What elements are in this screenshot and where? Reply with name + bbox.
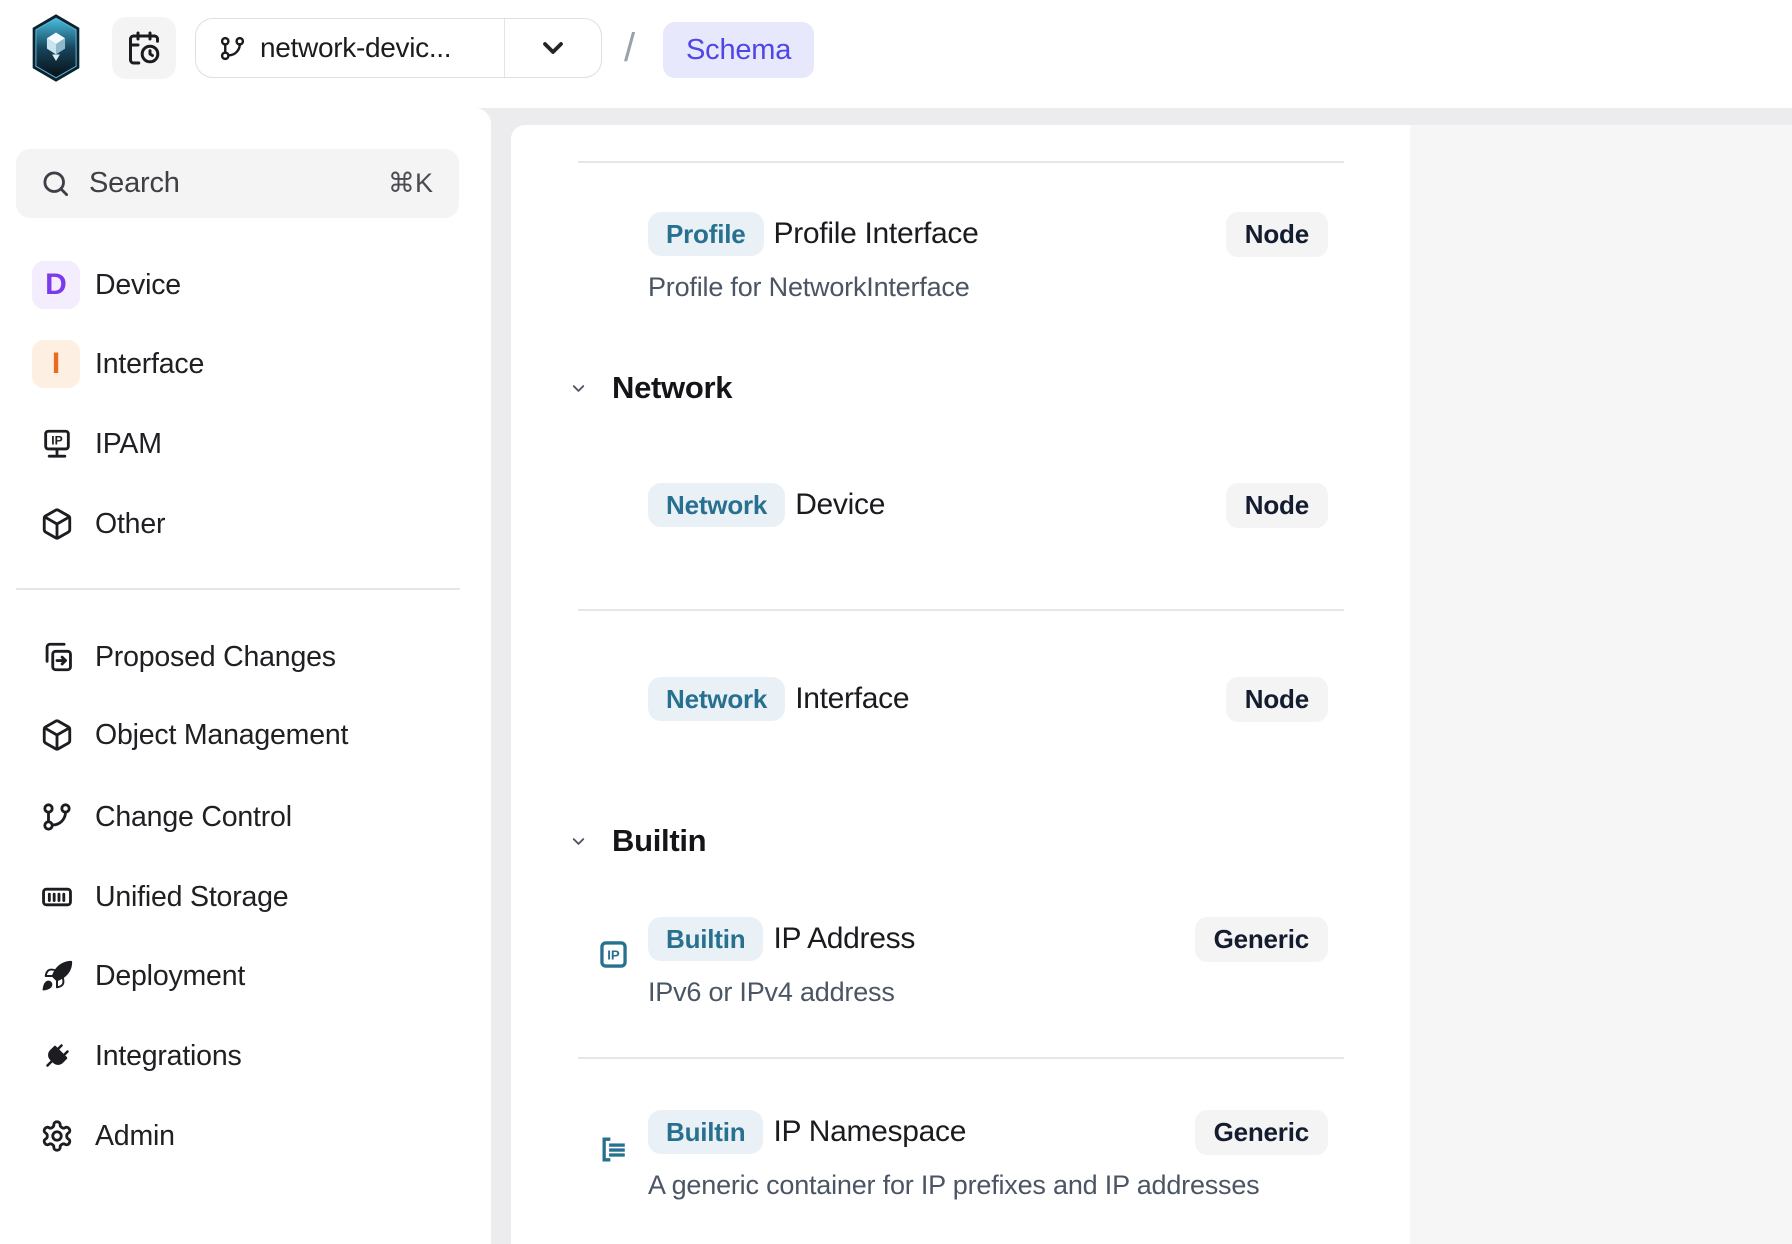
schema-title: IP Namespace (773, 1115, 966, 1149)
date-time-button[interactable] (112, 17, 176, 79)
section-title: Builtin (612, 823, 706, 859)
app-header: network-devic... / Schema (0, 0, 1792, 108)
row-divider (578, 161, 1344, 163)
gear-icon (40, 1119, 74, 1153)
branch-name: network-devic... (260, 32, 451, 64)
sidebar-item-unified-storage[interactable]: Unified Storage (0, 857, 491, 937)
ip-address-icon: IP (597, 938, 630, 971)
kind-badge: Node (1226, 677, 1328, 722)
infrahub-logo[interactable] (30, 13, 82, 83)
search-input[interactable]: Search ⌘K (16, 149, 459, 218)
kind-badge: Node (1226, 483, 1328, 528)
cube-icon (40, 718, 74, 752)
git-branch-icon (40, 800, 74, 834)
sidebar-item-label: Other (95, 508, 165, 541)
sidebar-item-label: Interface (95, 348, 204, 381)
plug-icon (40, 1039, 74, 1073)
schema-row-ip-namespace[interactable]: Builtin IP Namespace Generic A generic c… (511, 1110, 1410, 1199)
schema-title: Device (795, 488, 885, 522)
sidebar-item-change-control[interactable]: Change Control (0, 777, 491, 857)
schema-row-network-device[interactable]: Network Device Node (511, 483, 1410, 527)
sidebar-item-admin[interactable]: Admin (0, 1096, 491, 1176)
namespace-badge: Builtin (648, 917, 763, 961)
schema-description: Profile for NetworkInterface (648, 273, 1328, 301)
ipam-icon: IP (40, 427, 74, 461)
row-divider (578, 1057, 1344, 1059)
breadcrumb-schema[interactable]: Schema (663, 22, 814, 78)
section-header-builtin[interactable]: Builtin (511, 821, 1410, 861)
cube-icon (40, 507, 74, 541)
sidebar-item-integrations[interactable]: Integrations (0, 1016, 491, 1096)
search-icon (16, 168, 71, 199)
schema-list-panel: Profile Profile Interface Node Profile f… (511, 125, 1410, 1244)
sidebar-item-label: Unified Storage (95, 881, 288, 914)
sidebar-item-label: Integrations (95, 1040, 242, 1073)
chevron-down-icon (569, 832, 588, 851)
ip-namespace-icon (597, 1133, 630, 1166)
namespace-badge: Network (648, 677, 785, 721)
sidebar-item-device[interactable]: D Device (0, 245, 491, 325)
schema-title: IP Address (773, 922, 915, 956)
kind-badge: Node (1226, 212, 1328, 257)
section-header-network[interactable]: Network (511, 368, 1410, 408)
git-branch-icon (218, 34, 247, 63)
svg-text:IP: IP (607, 947, 620, 962)
search-shortcut: ⌘K (388, 168, 433, 199)
branch-selector-caret[interactable] (505, 19, 601, 77)
kind-badge: Generic (1195, 1110, 1328, 1155)
namespace-badge: Builtin (648, 1110, 763, 1154)
sidebar-item-label: Proposed Changes (95, 641, 336, 674)
schema-description: IPv6 or IPv4 address (648, 978, 1328, 1006)
device-letter-badge: D (32, 261, 80, 309)
sidebar-item-label: Change Control (95, 801, 292, 834)
sidebar-divider (16, 588, 460, 590)
chevron-down-icon (569, 379, 588, 398)
sidebar-item-label: Admin (95, 1120, 175, 1153)
detail-panel-empty (1410, 125, 1792, 1244)
search-placeholder: Search (89, 167, 180, 200)
interface-letter-badge: I (32, 340, 80, 388)
sidebar-item-label: Deployment (95, 960, 245, 993)
sidebar-item-label: Object Management (95, 719, 348, 752)
sidebar-item-interface[interactable]: I Interface (0, 324, 491, 404)
sidebar-item-deployment[interactable]: Deployment (0, 936, 491, 1016)
sidebar-item-object-management[interactable]: Object Management (0, 695, 491, 775)
namespace-badge: Network (648, 483, 785, 527)
kind-badge: Generic (1195, 917, 1328, 962)
branch-selector[interactable]: network-devic... (195, 18, 602, 78)
workspace: Search ⌘K D Device I Interface IP IPAM (0, 108, 1792, 1244)
sidebar-item-label: Device (95, 269, 181, 302)
rocket-icon (40, 959, 74, 993)
schema-description: A generic container for IP prefixes and … (648, 1171, 1328, 1199)
branch-selector-value[interactable]: network-devic... (196, 19, 504, 77)
namespace-badge: Profile (648, 212, 764, 256)
calendar-clock-icon (126, 30, 162, 66)
chevron-down-icon (537, 32, 569, 64)
storage-icon (40, 880, 74, 914)
schema-title: Interface (795, 682, 909, 716)
schema-row-ip-address[interactable]: IP Builtin IP Address Generic IPv6 or IP… (511, 917, 1410, 1006)
schema-row-network-interface[interactable]: Network Interface Node (511, 677, 1410, 721)
section-title: Network (612, 370, 732, 406)
sidebar-item-label: IPAM (95, 428, 162, 461)
svg-text:IP: IP (51, 434, 63, 448)
sidebar-item-other[interactable]: Other (0, 484, 491, 564)
schema-title: Profile Interface (774, 217, 979, 251)
sidebar-item-ipam[interactable]: IP IPAM (0, 404, 491, 484)
sidebar-item-proposed-changes[interactable]: Proposed Changes (0, 617, 491, 697)
sidebar: Search ⌘K D Device I Interface IP IPAM (0, 108, 491, 1244)
row-divider (578, 609, 1344, 611)
proposed-changes-icon (40, 640, 74, 674)
breadcrumb-separator: / (624, 0, 635, 96)
schema-row-profile-interface[interactable]: Profile Profile Interface Node Profile f… (511, 212, 1410, 301)
